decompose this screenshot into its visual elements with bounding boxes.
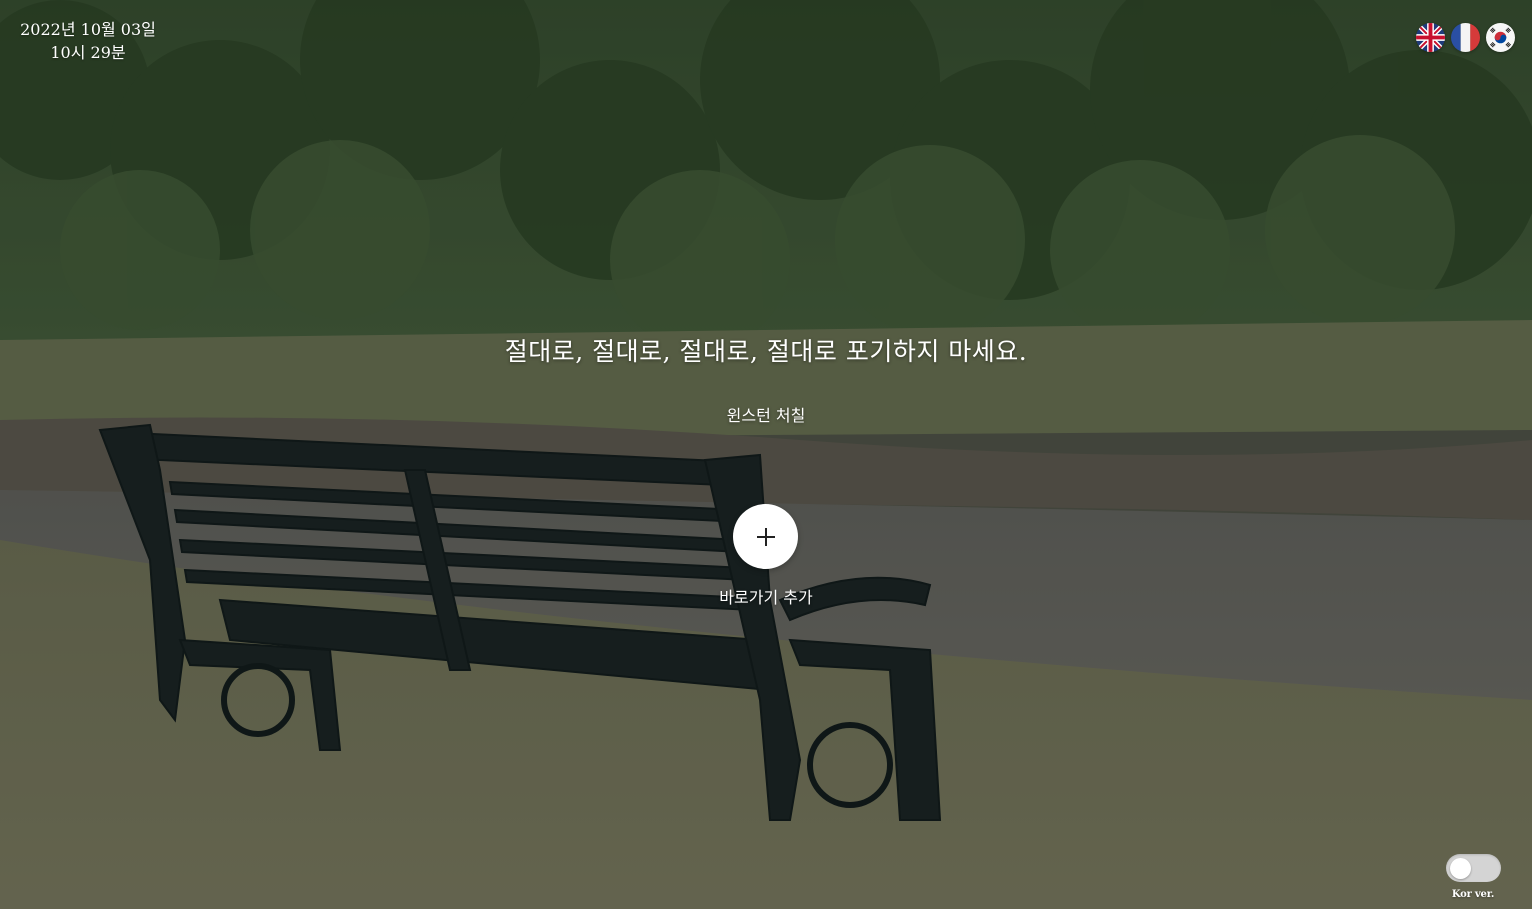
new-tab-page: 2022년 10월 03일 10시 29분 절대로, 절대로, 절대로, 절대로… [0, 0, 1532, 909]
add-shortcut-button[interactable] [733, 504, 798, 569]
korea-flag-icon[interactable] [1486, 23, 1515, 52]
plus-icon [756, 527, 775, 546]
current-time: 10시 29분 [50, 43, 126, 62]
version-toggle-switch[interactable] [1445, 854, 1501, 882]
uk-flag-icon[interactable] [1416, 23, 1445, 52]
version-toggle-label: Kor ver. [1451, 889, 1495, 900]
background-dim-overlay [0, 0, 1532, 909]
france-flag-icon[interactable] [1451, 23, 1480, 52]
clock-widget: 2022년 10월 03일 10시 29분 [20, 18, 156, 64]
quote-text: 절대로, 절대로, 절대로, 절대로 포기하지 마세요. [504, 337, 1028, 366]
toggle-knob [1449, 858, 1471, 879]
current-date: 2022년 10월 03일 [20, 20, 156, 39]
language-version-toggle: Kor ver. [1445, 854, 1501, 901]
quote-author: 윈스턴 처칠 [726, 406, 806, 425]
language-selector [1416, 23, 1515, 52]
add-shortcut-label: 바로가기 추가 [719, 588, 813, 607]
